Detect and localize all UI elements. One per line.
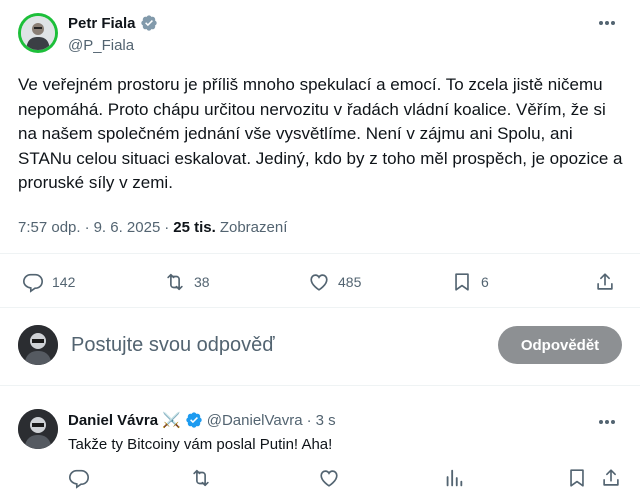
avatar-photo	[18, 325, 58, 365]
avatar-photo	[18, 409, 58, 449]
reply-author-name[interactable]: Daniel Vávra	[68, 412, 158, 429]
verified-badge-icon	[186, 412, 202, 428]
bookmark-action[interactable]: 6	[451, 271, 489, 293]
divider	[0, 307, 640, 308]
reply-icon	[23, 273, 43, 293]
views-count: 25 tis.	[173, 219, 216, 236]
reply-text: Takže ty Bitcoiny vám poslal Putin! Aha!	[68, 436, 333, 453]
author-name[interactable]: Petr Fiala	[68, 14, 158, 32]
like-icon	[310, 274, 328, 291]
reply-author-avatar[interactable]	[18, 409, 58, 449]
tweet-meta: 7:57 odp. · 9. 6. 2025 · 25 tis. Zobraze…	[18, 219, 287, 236]
more-icon	[599, 420, 615, 424]
reply-input[interactable]: Postujte svou odpověď	[71, 334, 275, 357]
reply-author-line: Daniel Vávra ⚔️ @DanielVavra · 3 s	[68, 411, 336, 430]
composer-avatar[interactable]	[18, 325, 58, 365]
views-icon[interactable]	[443, 467, 465, 489]
author-name-text[interactable]: Petr Fiala	[68, 15, 136, 32]
repost-count: 38	[194, 274, 210, 290]
author-avatar[interactable]	[18, 13, 58, 53]
more-button[interactable]	[596, 14, 618, 32]
tweet-text: Ve veřejném prostoru je příliš mnoho spe…	[18, 75, 623, 193]
verified-badge-icon	[140, 15, 157, 31]
tweet-date[interactable]: 9. 6. 2025	[94, 219, 161, 236]
reply-submit-button[interactable]: Odpovědět	[498, 326, 622, 364]
sword-badge-icon: ⚔️	[162, 412, 181, 429]
divider	[0, 385, 640, 386]
avatar-photo	[21, 16, 55, 50]
repost-icon	[167, 273, 183, 291]
views-label: Zobrazení	[219, 219, 288, 236]
meta-dot: ·	[84, 219, 90, 236]
bookmark-icon[interactable]	[566, 467, 588, 489]
repost-action[interactable]: 38	[164, 271, 210, 293]
share-button[interactable]	[594, 271, 616, 293]
more-icon	[599, 21, 615, 25]
reply-action[interactable]: 142	[22, 271, 75, 293]
reply-count: 142	[52, 274, 76, 290]
reply-author-handle[interactable]: @DanielVavra	[207, 412, 303, 429]
like-icon[interactable]	[318, 467, 340, 489]
like-action[interactable]: 485	[308, 271, 361, 293]
share-icon[interactable]	[600, 467, 622, 489]
reply-time[interactable]: 3 s	[316, 412, 336, 429]
author-handle[interactable]: @P_Fiala	[68, 37, 134, 54]
divider	[0, 253, 640, 254]
like-count: 485	[338, 274, 362, 290]
share-icon	[597, 273, 613, 290]
bookmark-count: 6	[481, 274, 489, 290]
reply-icon[interactable]	[68, 467, 90, 489]
meta-dot: ·	[164, 219, 170, 236]
reply-more-button[interactable]	[596, 413, 618, 431]
meta-dot: ·	[306, 411, 312, 429]
tweet-time[interactable]: 7:57 odp.	[18, 219, 81, 236]
repost-icon[interactable]	[190, 467, 212, 489]
bookmark-icon	[455, 273, 469, 291]
